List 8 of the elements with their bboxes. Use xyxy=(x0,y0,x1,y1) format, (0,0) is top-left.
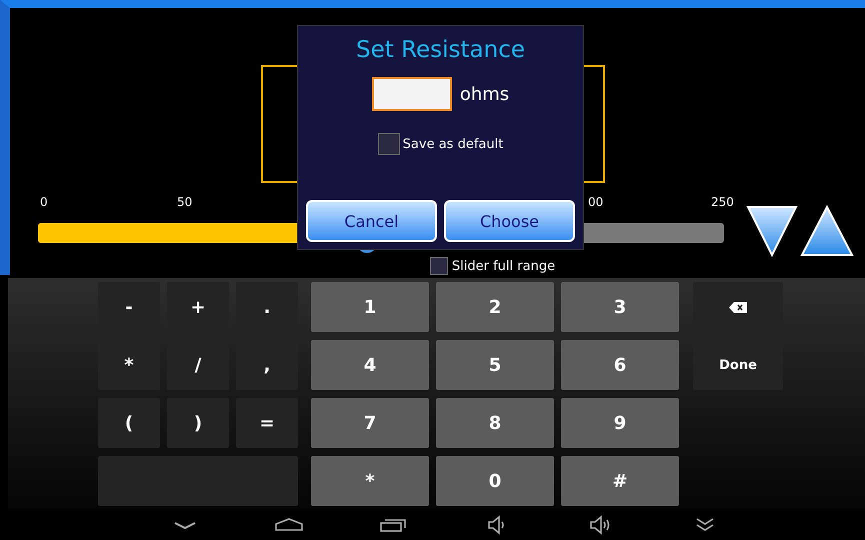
tick-label: 00 xyxy=(588,195,604,211)
checkbox-label: Save as default xyxy=(402,136,504,152)
tick-label: 50 xyxy=(177,195,192,211)
unit-label: ohms xyxy=(460,84,510,104)
tick-label: 0 xyxy=(40,195,48,211)
tick-label: 250 xyxy=(711,195,734,211)
checkbox-label: Slider full range xyxy=(452,258,556,274)
dialog-title: Set Resistance xyxy=(356,37,526,63)
